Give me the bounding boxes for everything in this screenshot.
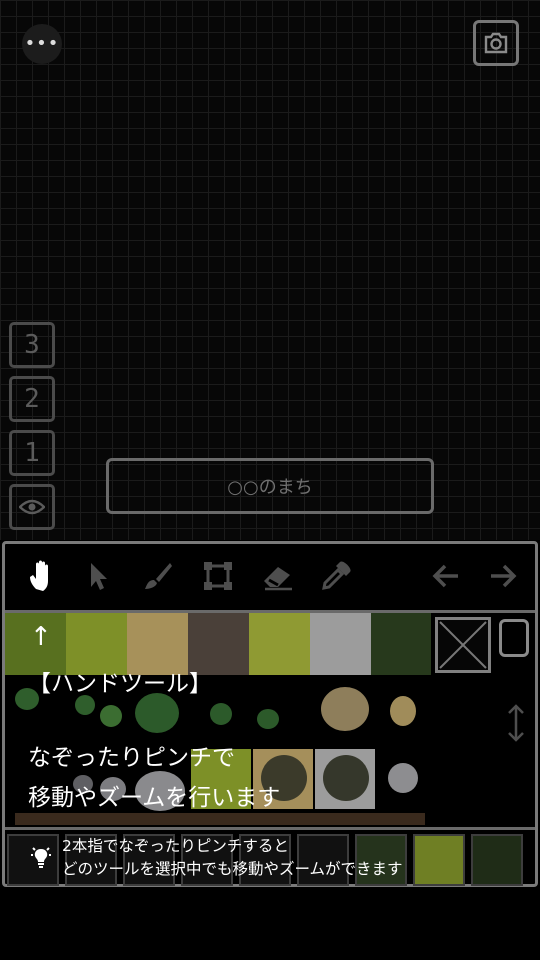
building-row (15, 813, 425, 825)
recent-tile-slot[interactable] (181, 834, 233, 886)
recent-tile-slot[interactable] (123, 834, 175, 886)
tree-sprite[interactable] (257, 709, 279, 729)
palette-side-controls (433, 613, 535, 825)
recent-tile-slot[interactable] (355, 834, 407, 886)
layer-2-button[interactable]: 2 (9, 376, 55, 422)
rock-sprite[interactable] (73, 775, 93, 793)
eyedropper-tool-button[interactable] (318, 558, 354, 594)
empty-tile-button[interactable] (435, 617, 491, 673)
pointer-icon (91, 563, 107, 590)
rock-cluster-sprite[interactable] (135, 771, 185, 811)
rectangle-select-icon (204, 562, 232, 590)
arrow-right-icon (491, 564, 517, 588)
map-name-text: ○○のまち (227, 477, 313, 498)
recent-tile-slot[interactable] (297, 834, 349, 886)
dry-bush-sprite[interactable] (321, 687, 369, 731)
eraser-icon (264, 567, 292, 591)
ground-tile-swatch[interactable] (249, 613, 310, 675)
tree-sprite[interactable] (15, 688, 39, 710)
hand-icon (30, 560, 48, 591)
ground-tile-row (5, 613, 431, 675)
ground-tile-swatch[interactable] (188, 613, 249, 675)
large-tree-sprite[interactable] (135, 693, 179, 733)
layer-3-button[interactable]: 3 (9, 322, 55, 368)
eye-icon (19, 499, 45, 515)
brush-tool-button[interactable] (140, 558, 176, 594)
ground-tile-swatch[interactable] (5, 613, 66, 675)
rock-sprite[interactable] (100, 777, 126, 801)
tool-panel (2, 541, 538, 887)
dark-tree-sprite[interactable] (323, 755, 369, 801)
eyedropper-icon (322, 561, 351, 590)
recent-tile-slot[interactable] (471, 834, 523, 886)
menu-button[interactable]: ••• (22, 24, 62, 64)
vertical-scroll-icon[interactable] (505, 703, 527, 743)
select-tool-button[interactable] (80, 558, 116, 594)
camera-button[interactable] (473, 20, 519, 66)
recent-tile-slot[interactable] (65, 834, 117, 886)
ground-tile-swatch[interactable] (310, 613, 371, 675)
toolbar (5, 544, 535, 610)
layer-1-label: 1 (24, 438, 40, 468)
recent-tile-slot[interactable] (7, 834, 59, 886)
tree-sprite[interactable] (210, 703, 232, 725)
more-horizontal-icon: ••• (24, 33, 60, 54)
tile-palette[interactable] (5, 613, 431, 825)
layer-3-label: 3 (24, 330, 40, 360)
tree-sprite[interactable] (75, 695, 95, 715)
dark-tree-sprite[interactable] (261, 755, 307, 801)
ground-tile-swatch[interactable] (127, 613, 188, 675)
arrow-left-icon (432, 564, 458, 588)
brush-icon (145, 563, 172, 589)
palette-toggle-button[interactable] (499, 619, 529, 657)
hand-tool-button[interactable] (25, 558, 61, 594)
redo-button[interactable] (485, 558, 521, 594)
rect-tool-button[interactable] (200, 558, 236, 594)
recent-tile-slot[interactable] (413, 834, 465, 886)
clear-tile-icon (439, 621, 487, 669)
layer-1-button[interactable]: 1 (9, 430, 55, 476)
layer-2-label: 2 (24, 384, 40, 414)
rock-sprite[interactable] (388, 763, 418, 793)
map-name-field[interactable]: ○○のまち (106, 458, 434, 514)
ground-tile-swatch[interactable] (371, 613, 431, 675)
eraser-tool-button[interactable] (260, 558, 296, 594)
camera-icon (484, 32, 508, 54)
recent-tiles-bar (5, 827, 535, 887)
layer-visibility-button[interactable] (9, 484, 55, 530)
dry-bush-sprite[interactable] (390, 696, 416, 726)
recent-tile-slot[interactable] (239, 834, 291, 886)
undo-button[interactable] (428, 558, 464, 594)
grass-tile[interactable] (191, 749, 251, 809)
tree-sprite[interactable] (100, 705, 122, 727)
ground-tile-swatch[interactable] (66, 613, 127, 675)
